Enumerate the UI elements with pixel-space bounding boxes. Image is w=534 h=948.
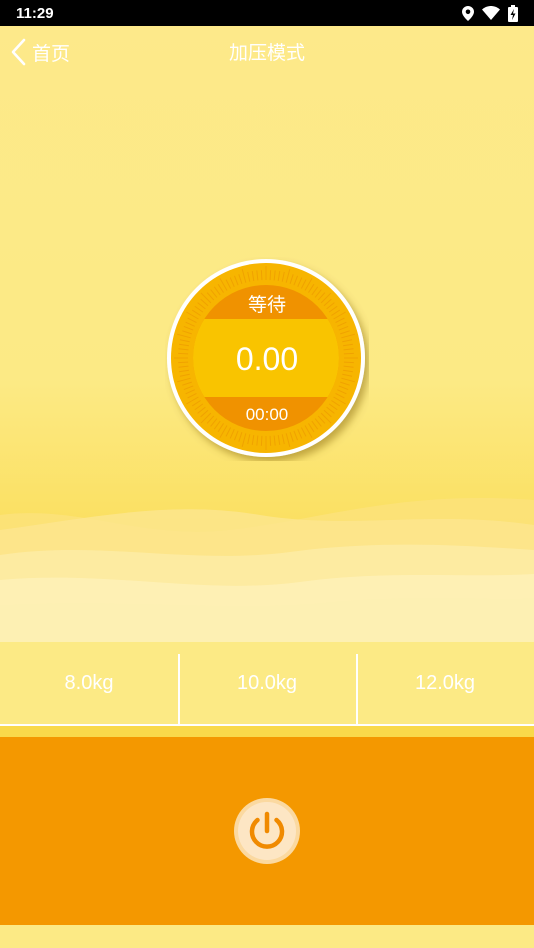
wifi-icon [482,6,500,20]
battery-icon [508,4,518,22]
page-title: 加压模式 [228,42,305,64]
bottom-strip [0,925,534,948]
dial-tick [260,270,263,281]
weight-option-12kg[interactable]: 12.0kg [356,642,534,724]
status-icons [462,4,518,22]
weight-option-10kg[interactable]: 10.0kg [178,642,356,724]
weight-option-8kg[interactable]: 8.0kg [0,642,178,724]
power-button[interactable] [233,797,301,865]
dial-value: 0.00 [235,341,299,377]
location-icon [462,5,474,21]
power-icon [234,798,300,864]
status-bar: 11:29 [0,0,534,26]
wave-decoration [0,497,534,645]
dial-tick [269,435,272,446]
status-time: 11:29 [16,4,54,22]
dial-status: 等待 [247,294,286,316]
pressure-dial: 等待 0.00 00:00 [165,257,369,461]
dial-timer: 00:00 [245,405,289,424]
dial-tick [260,435,263,446]
navigation-bar: 首页 加压模式 [0,26,534,78]
dial-tick [269,270,272,281]
weight-options: 8.0kg 10.0kg 12.0kg [0,642,534,726]
